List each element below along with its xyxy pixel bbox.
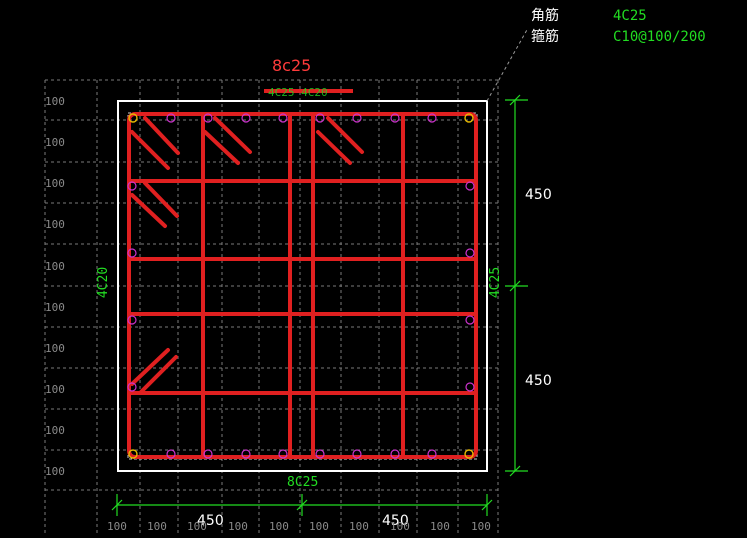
hook-bar <box>138 355 178 395</box>
grid-spacing-label: 100 <box>187 520 207 533</box>
grid-spacing-label: 100 <box>390 520 410 533</box>
rebar-layout <box>127 89 478 459</box>
legend-stirrup-label: 箍筋 <box>531 29 559 45</box>
legend-leader <box>486 27 529 102</box>
bottom-rebar-label: 8C25 <box>287 475 319 490</box>
grid-spacing-label: 100 <box>45 301 65 314</box>
section-diagram <box>44 27 529 535</box>
right-bar-marker <box>465 382 475 392</box>
top-rebar-overlap-text: 4C25 4C20 <box>268 86 328 99</box>
grid-spacing-label: 100 <box>147 520 167 533</box>
grid-spacing-label: 100 <box>430 520 450 533</box>
grid-spacing-label: 100 <box>107 520 127 533</box>
dim-right-top: 450 <box>525 187 552 203</box>
hook-bar <box>130 348 170 386</box>
grid-spacing-label: 100 <box>45 342 65 355</box>
grid-spacing-label: 100 <box>45 136 65 149</box>
grid-spacing-label: 100 <box>471 520 491 533</box>
legend-stirrup-value: C10@100/200 <box>613 29 706 45</box>
right-bar-marker <box>465 315 475 325</box>
grid-spacing-label: 100 <box>45 424 65 437</box>
grid-spacing-label: 100 <box>45 177 65 190</box>
grid-spacing-label: 100 <box>228 520 248 533</box>
grid-spacing-label: 100 <box>309 520 329 533</box>
grid-spacing-label: 100 <box>349 520 369 533</box>
left-side-label: 4C20 <box>96 266 112 299</box>
grid-spacing-label: 100 <box>269 520 289 533</box>
dim-right-bottom: 450 <box>525 373 552 389</box>
top-rebar-label: 8c25 <box>272 56 312 75</box>
dashed-grid <box>44 79 500 535</box>
grid-spacing-label: 100 <box>45 260 65 273</box>
legend-corner-value: 4C25 <box>613 8 647 24</box>
right-side-label: 4C25 <box>488 266 504 299</box>
grid-spacing-label: 100 <box>45 465 65 478</box>
leader-line <box>486 27 529 102</box>
grid-spacing-label: 100 <box>45 218 65 231</box>
grid-spacing-label: 100 <box>45 383 65 396</box>
right-bar-marker <box>465 248 475 258</box>
grid-spacing-label: 100 <box>45 95 65 108</box>
legend-corner-label: 角筋 <box>531 8 559 24</box>
right-bar-marker <box>465 181 475 191</box>
